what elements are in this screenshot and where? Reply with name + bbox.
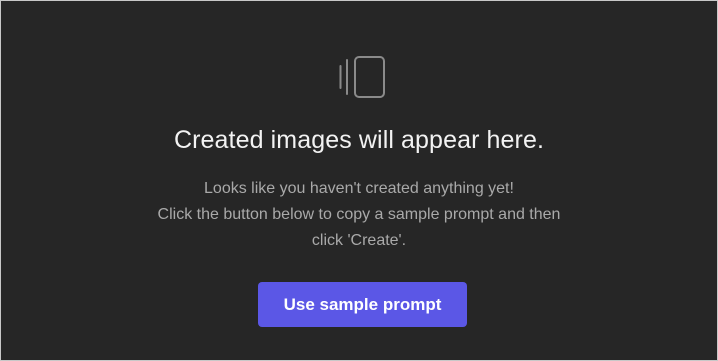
empty-state-panel: Created images will appear here. Looks l… <box>0 0 718 361</box>
description-line: Looks like you haven't created anything … <box>204 180 514 197</box>
image-stack-icon <box>339 56 385 98</box>
description-line: click 'Create'. <box>311 232 407 249</box>
description-line: Click the button below to copy a sample … <box>157 206 561 223</box>
empty-state-description: Looks like you haven't created anything … <box>1 176 717 254</box>
empty-state-title: Created images will appear here. <box>173 126 545 154</box>
use-sample-prompt-button[interactable]: Use sample prompt <box>258 282 467 327</box>
